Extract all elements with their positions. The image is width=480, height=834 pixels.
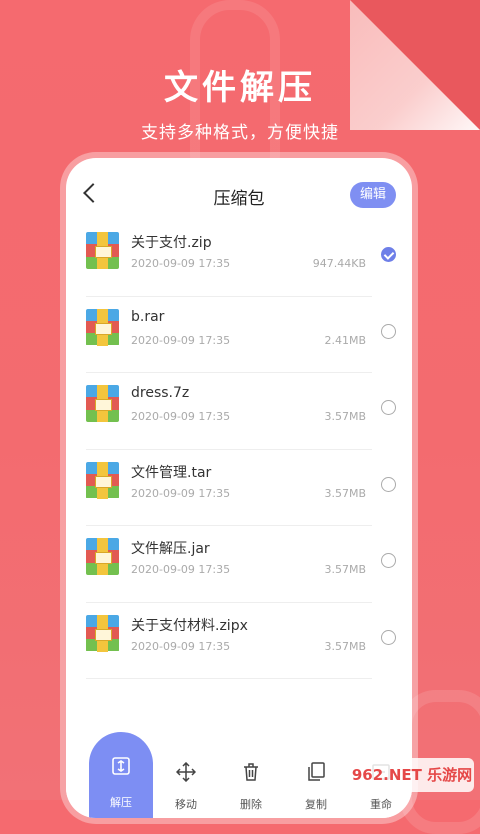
- move-icon: [175, 761, 197, 783]
- trash-icon: [241, 762, 261, 782]
- extract-icon: [111, 756, 131, 776]
- file-row[interactable]: 文件管理.tar 2020-09-09 17:35 3.57MB: [66, 450, 412, 526]
- edit-button[interactable]: 编辑: [350, 182, 396, 208]
- radio-icon[interactable]: [381, 476, 396, 492]
- file-row[interactable]: 关于支付.zip 2020-09-09 17:35 947.44KB: [66, 220, 412, 297]
- toolbar-label: 复制: [305, 798, 327, 811]
- file-row[interactable]: 文件解压.jar 2020-09-09 17:35 3.57MB: [66, 526, 412, 603]
- hero-title: 文件解压: [164, 68, 316, 108]
- file-date: 2020-09-09 17:35: [131, 639, 231, 653]
- archive-icon: [86, 232, 119, 269]
- archive-icon: [86, 538, 119, 575]
- hero-subtitle: 支持多种格式，方便快捷: [141, 123, 339, 143]
- archive-icon: [86, 308, 119, 346]
- file-row[interactable]: 关于支付材料.zipx 2020-09-09 17:35 3.57MB: [66, 603, 412, 679]
- file-name: 关于支付材料.zipx: [131, 617, 248, 634]
- archive-icon: [86, 614, 119, 652]
- copy-icon: [306, 762, 326, 782]
- file-size: 3.57MB: [324, 563, 366, 576]
- file-row[interactable]: b.rar 2020-09-09 17:35 2.41MB: [66, 297, 412, 373]
- file-name: 文件管理.tar: [131, 464, 212, 481]
- file-name: 关于支付.zip: [131, 235, 212, 251]
- radio-icon[interactable]: [381, 400, 396, 415]
- file-name: dress.7z: [131, 385, 190, 401]
- file-name: 文件解压.jar: [131, 541, 210, 557]
- file-row[interactable]: dress.7z 2020-09-09 17:35 3.57MB: [66, 373, 412, 450]
- row-divider: [86, 678, 372, 679]
- toolbar-label: 删除: [240, 798, 262, 811]
- radio-icon[interactable]: [381, 553, 396, 568]
- file-size: 3.57MB: [324, 639, 366, 653]
- toolbar-label: 移动: [175, 798, 197, 811]
- archive-icon: [86, 461, 119, 499]
- checked-radio-icon[interactable]: [381, 247, 396, 262]
- radio-icon[interactable]: [381, 323, 396, 339]
- file-date: 2020-09-09 17:35: [131, 410, 231, 423]
- archive-icon: [86, 385, 119, 422]
- file-list: 关于支付.zip 2020-09-09 17:35 947.44KB b.rar…: [66, 220, 412, 679]
- file-name: b.rar: [131, 308, 165, 325]
- file-size: 3.57MB: [324, 486, 366, 500]
- toolbar-button-1[interactable]: 移动: [154, 746, 218, 818]
- toolbar-label: 重命: [370, 798, 392, 811]
- toolbar-button-2[interactable]: 删除: [219, 746, 283, 818]
- file-size: 947.44KB: [312, 257, 366, 270]
- file-date: 2020-09-09 17:35: [131, 563, 231, 576]
- file-date: 2020-09-09 17:35: [131, 257, 231, 270]
- file-size: 3.57MB: [324, 410, 366, 423]
- file-size: 2.41MB: [324, 333, 366, 347]
- radio-icon[interactable]: [381, 629, 396, 645]
- phone-frame: 压缩包 编辑 关于支付.zip 2020-09-09 17:35 947.44K…: [66, 158, 412, 818]
- toolbar-button-0[interactable]: 解压: [89, 732, 153, 818]
- file-date: 2020-09-09 17:35: [131, 333, 231, 347]
- site-watermark: 962.NET 乐游网: [350, 758, 474, 792]
- file-date: 2020-09-09 17:35: [131, 486, 231, 500]
- toolbar-button-3[interactable]: 复制: [284, 746, 348, 818]
- toolbar-label: 解压: [110, 796, 132, 809]
